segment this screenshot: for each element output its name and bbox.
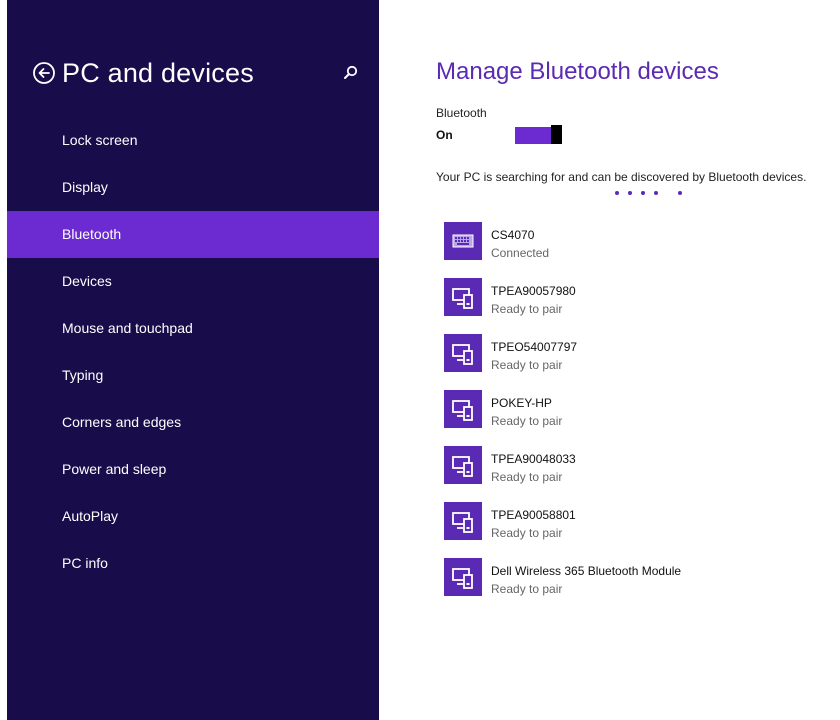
sidebar-item-power-and-sleep[interactable]: Power and sleep — [7, 446, 379, 493]
sidebar-nav: Lock screen Display Bluetooth Devices Mo… — [7, 117, 379, 587]
device-status: Ready to pair — [491, 470, 563, 484]
device-status: Ready to pair — [491, 358, 563, 372]
device-name: Dell Wireless 365 Bluetooth Module — [491, 564, 682, 578]
sidebar-item-pc-info[interactable]: PC info — [7, 540, 379, 587]
device-name: TPEA90048033 — [491, 452, 576, 466]
sidebar-item-corners-and-edges[interactable]: Corners and edges — [7, 399, 379, 446]
toggle-thumb — [551, 125, 562, 144]
device-name: TPEO54007797 — [491, 340, 578, 354]
device-item[interactable]: TPEO54007797 Ready to pair — [444, 334, 834, 390]
devices-icon — [444, 502, 482, 540]
device-list: CS4070 Connected TPEA90057980 Ready to p… — [444, 222, 834, 614]
progress-dot — [615, 191, 619, 195]
device-name: TPEA90058801 — [491, 508, 576, 522]
discovery-status: Your PC is searching for and can be disc… — [436, 170, 807, 184]
devices-icon — [444, 446, 482, 484]
sidebar-item-label: Display — [62, 179, 108, 195]
sidebar-item-label: Lock screen — [62, 132, 138, 148]
back-button[interactable] — [32, 61, 56, 85]
search-icon — [344, 65, 358, 79]
devices-icon — [444, 278, 482, 316]
device-item[interactable]: CS4070 Connected — [444, 222, 834, 278]
searching-progress-dots — [615, 191, 695, 197]
progress-dot — [641, 191, 645, 195]
device-name: TPEA90057980 — [491, 284, 576, 298]
device-status: Ready to pair — [491, 526, 563, 540]
device-status: Ready to pair — [491, 302, 563, 316]
device-name: CS4070 — [491, 228, 535, 242]
sidebar-item-label: PC info — [62, 555, 108, 571]
sidebar-item-lock-screen[interactable]: Lock screen — [7, 117, 379, 164]
devices-icon — [444, 558, 482, 596]
sidebar-item-label: Corners and edges — [62, 414, 182, 430]
device-item[interactable]: Dell Wireless 365 Bluetooth Module Ready… — [444, 558, 834, 614]
progress-dot — [678, 191, 682, 195]
device-item[interactable]: TPEA90058801 Ready to pair — [444, 502, 834, 558]
sidebar-item-bluetooth[interactable]: Bluetooth — [7, 211, 379, 258]
keyboard-icon — [444, 222, 482, 260]
device-status: Connected — [491, 246, 550, 260]
sidebar-item-label: AutoPlay — [62, 508, 119, 524]
bluetooth-toggle[interactable] — [515, 125, 563, 144]
main-panel: Manage Bluetooth devices Bluetooth On Yo… — [380, 0, 840, 720]
bluetooth-state: On — [436, 128, 453, 142]
device-name: POKEY-HP — [491, 396, 552, 410]
progress-dot — [628, 191, 632, 195]
sidebar-header: PC and devices — [7, 58, 379, 90]
device-status: Ready to pair — [491, 582, 563, 596]
sidebar-item-label: Power and sleep — [62, 461, 167, 477]
device-status: Ready to pair — [491, 414, 563, 428]
sidebar-item-typing[interactable]: Typing — [7, 352, 379, 399]
sidebar-item-label: Devices — [62, 273, 112, 289]
back-arrow-icon — [33, 62, 55, 84]
bluetooth-label: Bluetooth — [436, 106, 487, 120]
sidebar-item-autoplay[interactable]: AutoPlay — [7, 493, 379, 540]
page-title: PC and devices — [62, 58, 254, 88]
sidebar-item-devices[interactable]: Devices — [7, 258, 379, 305]
sidebar-item-label: Bluetooth — [62, 226, 122, 242]
section-title: Manage Bluetooth devices — [436, 58, 719, 85]
devices-icon — [444, 334, 482, 372]
sidebar-item-mouse-and-touchpad[interactable]: Mouse and touchpad — [7, 305, 379, 352]
device-item[interactable]: TPEA90048033 Ready to pair — [444, 446, 834, 502]
sidebar: PC and devices Lock screen Display Bluet… — [7, 0, 379, 720]
search-button[interactable] — [341, 63, 361, 83]
progress-dot — [654, 191, 658, 195]
device-item[interactable]: TPEA90057980 Ready to pair — [444, 278, 834, 334]
sidebar-item-label: Mouse and touchpad — [62, 320, 193, 336]
sidebar-item-label: Typing — [62, 367, 104, 383]
devices-icon — [444, 390, 482, 428]
device-item[interactable]: POKEY-HP Ready to pair — [444, 390, 834, 446]
sidebar-item-display[interactable]: Display — [7, 164, 379, 211]
